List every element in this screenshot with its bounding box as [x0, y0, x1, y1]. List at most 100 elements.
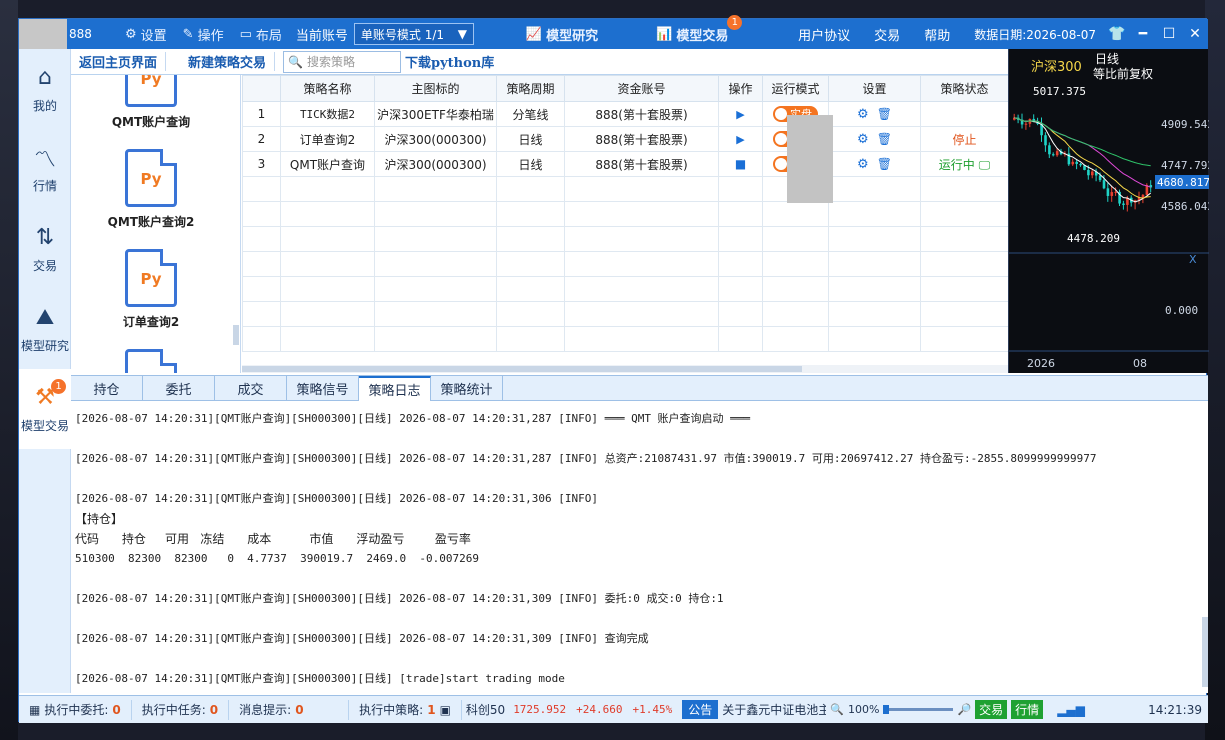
run-button[interactable]: ▶	[718, 101, 763, 127]
tab-orders[interactable]: 委托	[143, 376, 215, 401]
table-row[interactable]: 3 QMT账户查询 沪深300(000300) 日线 888(第十套股票) ■ …	[242, 151, 1008, 177]
back-home-button[interactable]: 返回主页界面	[71, 52, 167, 71]
zoom-out-icon[interactable]: 🔍	[830, 703, 844, 716]
skin-icon[interactable]: 👕	[1104, 26, 1130, 42]
exec-orders-status[interactable]: ▦ 执行中委托: 0	[19, 699, 132, 720]
strategy-log[interactable]: [2026-08-07 14:20:31][QMT账户查询][SH000300]…	[71, 401, 1208, 693]
log-scrollbar[interactable]	[1202, 617, 1208, 687]
moving-averages-group	[1014, 117, 1152, 203]
trash-icon[interactable]: 🗑	[877, 107, 892, 121]
chevron-down-icon: ▼	[457, 27, 467, 41]
gear-icon[interactable]: ⚙	[857, 132, 869, 147]
column-header[interactable]: 资金账号	[564, 75, 719, 102]
toggle-knob	[775, 157, 787, 170]
trash-icon[interactable]: 🗑	[877, 132, 892, 146]
monitor-icon[interactable]: 🖵	[979, 158, 991, 172]
gear-icon[interactable]: ⚙	[857, 107, 869, 122]
exec-strategy-status[interactable]: 执行中策略: 1 ▣	[349, 699, 462, 720]
strategy-card[interactable]	[71, 349, 231, 373]
new-strategy-button[interactable]: 新建策略交易	[180, 52, 276, 71]
candle-body	[1075, 161, 1078, 164]
gear-icon[interactable]: ⚙	[857, 157, 869, 172]
candle-body	[1087, 169, 1090, 176]
bottom-tabs: 持仓 委托 成交 策略信号 策略日志 策略统计	[71, 375, 1208, 401]
exec-tasks-status[interactable]: 执行中任务: 0	[132, 699, 230, 720]
edit-icon: ✎	[182, 26, 194, 42]
tab-strategy-log[interactable]: 策略日志	[359, 376, 431, 401]
column-header[interactable]: 主图标的	[374, 75, 497, 102]
help-link[interactable]: 帮助	[924, 25, 950, 44]
candle-body	[1055, 151, 1059, 156]
minimize-icon[interactable]: ━	[1130, 26, 1156, 42]
nav-item-model-trade[interactable]: ⚒ 模型交易 1	[19, 369, 71, 449]
tab-signals[interactable]: 策略信号	[287, 376, 359, 401]
nav-item-mine[interactable]: ⌂ 我的	[19, 49, 71, 129]
logo	[19, 19, 67, 49]
x-tick-label: 2026	[1027, 357, 1055, 370]
settings-menu[interactable]: ⚙ 设置	[125, 25, 167, 44]
tab-deals[interactable]: 成交	[215, 376, 287, 401]
run-button[interactable]: ▶	[718, 126, 763, 152]
nav-item-research[interactable]: ⛰ 模型研究	[19, 289, 71, 369]
scrollbar[interactable]	[233, 325, 239, 345]
orders-icon: ▦	[29, 702, 41, 717]
notice-label[interactable]: 公告	[682, 700, 719, 719]
zoom-in-icon[interactable]: 🔎	[957, 703, 971, 716]
column-header[interactable]: 策略周期	[496, 75, 565, 102]
scrollbar-thumb[interactable]	[242, 366, 802, 372]
zoom-slider[interactable]	[883, 705, 954, 714]
message-status[interactable]: 消息提示: 0	[229, 699, 350, 720]
index-percent: +1.45%	[632, 703, 673, 716]
download-python-link[interactable]: 下载python库	[405, 52, 494, 71]
column-header[interactable]: 策略状态	[920, 75, 1008, 102]
account-cell: 888(第十套股票)	[564, 151, 719, 177]
tab-strategy-stats[interactable]: 策略统计	[431, 376, 503, 401]
layout-menu[interactable]: ▭ 布局	[240, 25, 282, 44]
column-header[interactable]: 策略名称	[280, 75, 375, 102]
maximize-icon[interactable]: ☐	[1156, 26, 1182, 42]
index-name[interactable]: 科创50	[466, 701, 505, 718]
trade-link[interactable]: 交易	[874, 25, 900, 44]
horizontal-scrollbar[interactable]	[242, 365, 1008, 373]
moving-average-line	[1014, 117, 1152, 203]
zoom-control[interactable]: 🔍 100% 🔎	[830, 703, 971, 716]
tab-positions[interactable]: 持仓	[71, 376, 143, 401]
log-line: 代码 持仓 可用 冻结 成本 市值 浮动盈亏 盈亏率	[75, 532, 471, 546]
column-header[interactable]: 设置	[828, 75, 921, 102]
close-icon[interactable]: ✕	[1182, 26, 1208, 42]
notice-text[interactable]: 关于鑫元中证电池主	[722, 701, 826, 718]
strategy-card[interactable]: Py 订单查询2	[71, 249, 231, 330]
column-header[interactable]: 运行模式	[762, 75, 829, 102]
strategy-name-cell: 订单查询2	[280, 126, 375, 152]
model-trade-tab[interactable]: 📊 模型交易 1	[656, 14, 743, 44]
strategy-monitor-icon: ▣	[439, 702, 451, 717]
model-trade-icon: 📊	[656, 26, 673, 42]
strategy-card[interactable]: Py QMT账户查询2	[71, 149, 231, 230]
trade-quick-button[interactable]: 交易	[975, 700, 1008, 719]
column-header[interactable]: 操作	[718, 75, 763, 102]
table-row	[242, 251, 1008, 277]
search-input[interactable]: 🔍 搜索策略	[283, 50, 402, 73]
candlestick-chart: 沪深300 日线 等比前复权 X 5017.375 4478.209 4909.…	[1009, 52, 1214, 370]
column-header	[242, 75, 281, 102]
operate-menu[interactable]: ✎ 操作	[183, 25, 224, 44]
strategy-card[interactable]: Py QMT账户查询	[71, 75, 231, 130]
toggle-knob	[775, 132, 787, 145]
stop-button[interactable]: ■	[718, 151, 763, 177]
close-subchart-icon[interactable]: X	[1189, 253, 1197, 266]
index-chart[interactable]: 沪深300 日线 等比前复权 X 5017.375 4478.209 4909.…	[1008, 49, 1214, 373]
y-tick-label: 4909.542	[1161, 118, 1209, 131]
market-quick-button[interactable]: 行情	[1011, 700, 1044, 719]
account-mode-select[interactable]: 单账号模式 1/1 ▼	[353, 23, 474, 45]
trash-icon[interactable]: 🗑	[877, 157, 892, 171]
clock: 14:21:39	[1148, 702, 1202, 717]
table-row[interactable]: 2 订单查询2 沪深300(000300) 日线 888(第十套股票) ▶ 实盘…	[242, 126, 1008, 152]
status-cell: 运行中 🖵	[920, 151, 1008, 177]
table-row[interactable]: 1 TICK数据2 沪深300ETF华泰柏瑞 分笔线 888(第十套股票) ▶ …	[242, 101, 1008, 127]
user-agreement-link[interactable]: 用户协议	[798, 25, 850, 44]
nav-item-trade[interactable]: ⇅ 交易	[19, 209, 71, 289]
nav-item-market[interactable]: 〽 行情	[19, 129, 71, 209]
title-bar: 888 ⚙ 设置 ✎ 操作 ▭ 布局 当前账号 单账号模式 1/1 ▼ 📈 模型研究 📊 模…	[19, 14, 1208, 49]
model-research-tab[interactable]: 📈 模型研究	[526, 25, 598, 44]
